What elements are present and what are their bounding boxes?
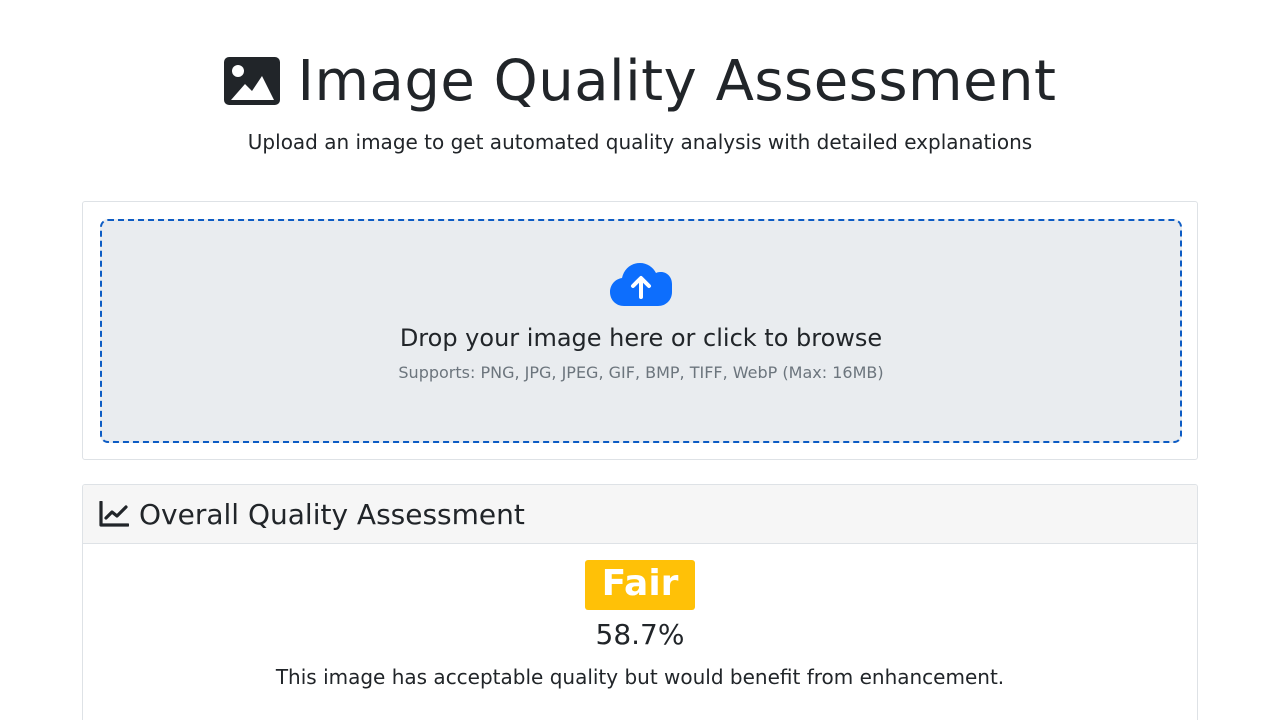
line-chart-icon	[99, 501, 129, 527]
title-row: Image Quality Assessment	[0, 44, 1280, 120]
page-title: Image Quality Assessment	[297, 49, 1057, 114]
upload-card: Drop your image here or click to browse …	[82, 201, 1198, 460]
supported-formats: Supports: PNG, JPG, JPEG, GIF, BMP, TIFF…	[398, 363, 884, 382]
quality-grade-badge: Fair	[584, 560, 696, 610]
result-card-body: Fair 58.7% This image has acceptable qua…	[83, 544, 1197, 690]
cloud-upload-icon	[610, 263, 672, 306]
upload-dropzone[interactable]: Drop your image here or click to browse …	[100, 219, 1182, 443]
image-icon	[224, 57, 281, 105]
dropzone-prompt: Drop your image here or click to browse	[399, 324, 883, 352]
result-card-title: Overall Quality Assessment	[139, 497, 525, 531]
quality-score: 58.7%	[595, 618, 685, 651]
page: Image Quality Assessment Upload an image…	[0, 0, 1280, 720]
quality-description: This image has acceptable quality but wo…	[275, 665, 1005, 689]
page-subtitle: Upload an image to get automated quality…	[247, 130, 1033, 154]
quality-result-card: Overall Quality Assessment Fair 58.7% Th…	[82, 484, 1198, 720]
result-card-header: Overall Quality Assessment	[83, 485, 1197, 544]
page-header: Image Quality Assessment Upload an image…	[0, 0, 1280, 156]
